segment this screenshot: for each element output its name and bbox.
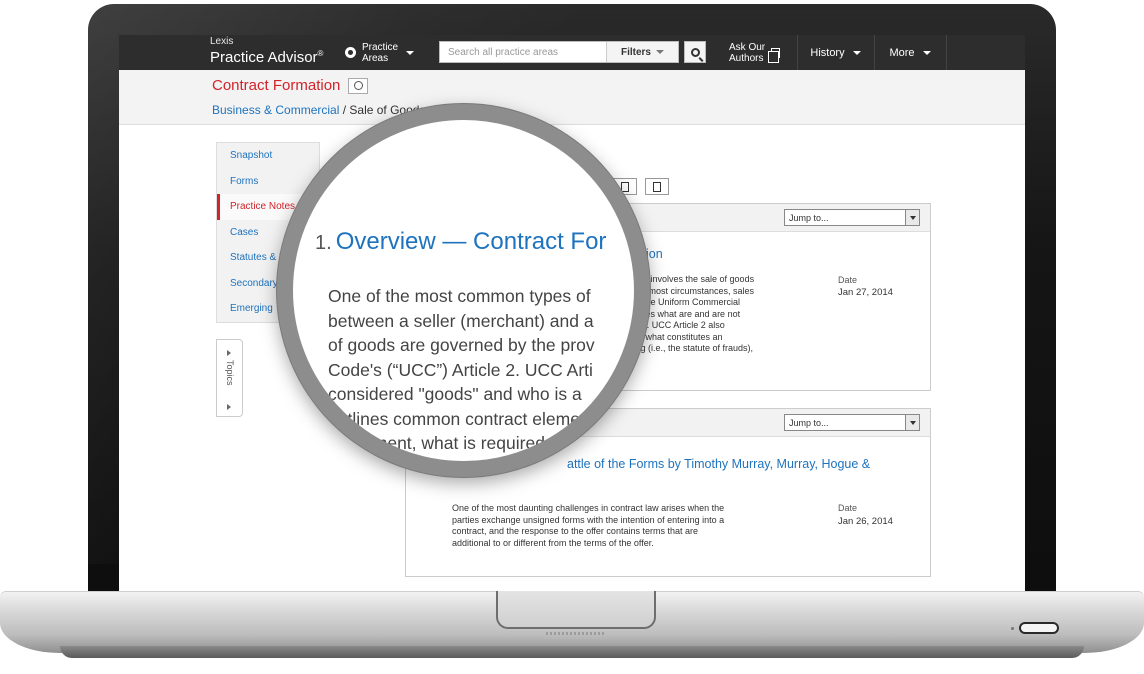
summary-line: h as what constitutes an	[626, 331, 723, 342]
date-value: Jan 27, 2014	[838, 287, 893, 298]
summary-line: One of the most daunting challenges in c…	[452, 503, 725, 513]
filters-label: Filters	[620, 46, 651, 58]
jump-to-label: Jump to...	[789, 212, 829, 223]
sidebar-item-forms[interactable]: Forms	[217, 169, 319, 195]
nav-divider	[946, 35, 947, 70]
alert-button[interactable]	[348, 77, 369, 94]
more-label: More	[889, 46, 915, 59]
practice-areas-menu[interactable]: Practice Areas	[345, 35, 415, 70]
magnified-line: of goods are governed by the prov	[328, 335, 595, 355]
summary-line: tracts involves the sale of goods	[626, 274, 755, 284]
add-document-icon	[653, 181, 661, 192]
ask-line1: Ask Our	[729, 41, 766, 53]
brand-logo[interactable]: Lexis Practice Advisor®	[210, 36, 324, 66]
indicator-dot	[1011, 627, 1014, 630]
speaker-grille	[546, 632, 606, 635]
summary-line: er. In most circumstances, sales	[626, 285, 755, 296]
magnified-line: One of the most common types of	[328, 286, 591, 306]
magnified-line: agreement, what is required to	[328, 433, 565, 453]
brand-name: Practice Advisor®	[210, 49, 324, 66]
registered-mark: ®	[317, 49, 324, 58]
summary-line: parties exchange unsigned forms with the…	[452, 514, 725, 525]
summary-line: riting (i.e., the statute of frauds),	[626, 343, 754, 353]
card-summary: One of the most daunting challenges in c…	[452, 503, 790, 549]
ask-line2: Authors	[729, 52, 764, 64]
jump-to-select[interactable]: Jump to...	[784, 209, 920, 226]
magnified-number: 1.	[315, 232, 332, 254]
history-label: History	[810, 46, 845, 59]
page-title-text: Contract Formation	[212, 77, 341, 94]
practice-areas-line2: Areas	[362, 52, 389, 64]
summary-line: defines what are and are not	[626, 308, 741, 319]
breadcrumb-separator: /	[339, 103, 350, 117]
magnifying-glass: 1. Overview — Contract For One of the mos…	[277, 104, 650, 477]
ask-authors-label: Ask Our Authors	[729, 42, 765, 64]
jump-to-select[interactable]: Jump to...	[784, 414, 920, 431]
documents-icon	[768, 47, 781, 63]
page-title: Contract Formation	[212, 77, 369, 94]
card-summary: tracts involves the sale of goods er. In…	[626, 274, 964, 355]
add-to-folder-button[interactable]	[645, 178, 669, 195]
topics-label: Topics	[225, 360, 235, 386]
more-menu[interactable]: More	[874, 35, 946, 70]
practice-areas-label: Practice Areas	[362, 42, 398, 64]
search-icon	[690, 47, 700, 57]
magnified-line: between a seller (merchant) and a	[328, 310, 594, 331]
download-icon	[621, 181, 629, 192]
brand-name-text: Practice Advisor	[210, 49, 318, 66]
chevron-down-icon	[656, 50, 664, 54]
sidebar-item-snapshot[interactable]: Snapshot	[217, 143, 319, 169]
date-label: Date	[838, 275, 858, 285]
laptop-opening-notch	[496, 591, 656, 629]
magnified-line: considered "goods" and who is a	[328, 384, 582, 404]
topics-toggle[interactable]: Topics	[216, 339, 243, 417]
power-indicator	[1019, 622, 1059, 634]
chevron-down-icon	[852, 50, 861, 55]
top-navigation: Lexis Practice Advisor® Practice Areas F…	[119, 35, 1025, 70]
summary-line: hant". UCC Article 2 also	[626, 320, 725, 330]
history-menu[interactable]: History	[797, 35, 874, 70]
magnified-line: Code's (“UCC”) Article 2. UCC Arti	[328, 359, 593, 380]
page-header: Contract Formation Business & Commercial…	[119, 70, 1025, 125]
date-value: Jan 26, 2014	[838, 516, 893, 527]
search-input[interactable]	[440, 42, 606, 62]
breadcrumb-business-commercial[interactable]: Business & Commercial	[212, 103, 339, 117]
chevron-down-icon	[922, 50, 931, 55]
summary-line: s of the Uniform Commercial	[626, 297, 741, 307]
laptop-base-edge	[60, 646, 1084, 658]
expand-arrow-icon	[227, 350, 231, 356]
card-title-link[interactable]: attle of the Forms by Timothy Murray, Mu…	[567, 457, 870, 471]
magnified-title-text: Overview — Contract For	[335, 228, 607, 255]
practice-areas-icon	[345, 47, 356, 58]
practice-areas-line1: Practice	[362, 41, 399, 53]
magnified-text: One of the most common types of between …	[328, 284, 634, 456]
expand-arrow-icon	[227, 404, 231, 410]
chevron-down-icon	[905, 415, 919, 430]
magnified-title: 1. Overview — Contract For	[315, 228, 606, 256]
summary-line: additional to or different from the term…	[452, 537, 654, 548]
search-box: Filters	[439, 41, 679, 63]
filters-dropdown[interactable]: Filters	[606, 42, 678, 62]
ask-our-authors-link[interactable]: Ask Our Authors	[729, 35, 781, 70]
breadcrumb: Business & Commercial / Sale of Goods	[212, 103, 425, 117]
search-button[interactable]	[684, 41, 706, 63]
chevron-down-icon	[905, 210, 919, 225]
alarm-clock-icon	[353, 81, 363, 90]
card-title-link[interactable]: ion	[646, 247, 663, 261]
magnified-line: outlines common contract eleme	[328, 408, 580, 429]
date-label: Date	[838, 503, 858, 513]
brand-lexis: Lexis	[210, 36, 234, 47]
jump-to-label: Jump to...	[789, 417, 829, 428]
summary-line: contract, and the response to the offer …	[452, 526, 698, 536]
chevron-down-icon	[406, 50, 415, 55]
